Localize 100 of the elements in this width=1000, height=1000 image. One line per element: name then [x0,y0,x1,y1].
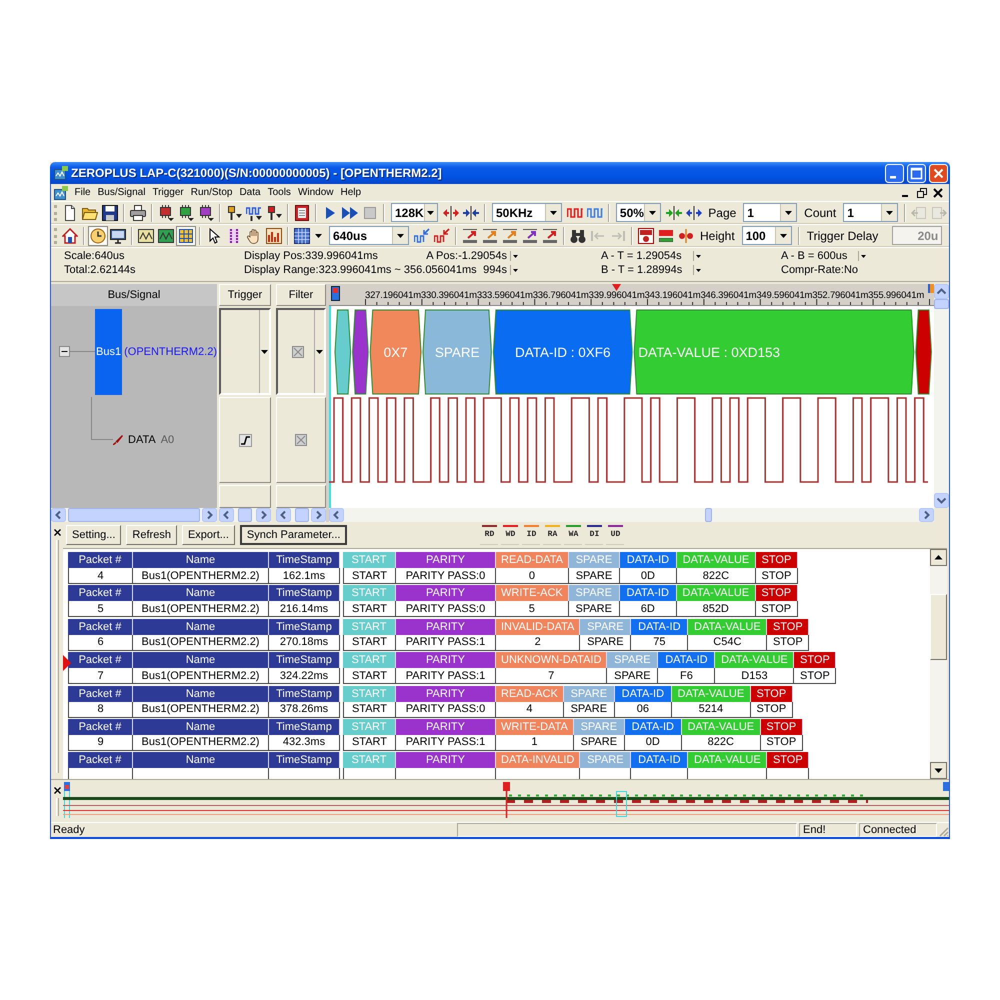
scrollbar-thumb[interactable] [934,299,949,309]
dropdown[interactable]: 1 [743,203,798,222]
dropdown[interactable]: 100 [742,226,792,245]
chip-icon[interactable] [178,204,194,220]
scrollbar-thumb[interactable] [238,508,252,522]
legend-toggle[interactable]: DI [585,525,604,545]
scroll-left-icon[interactable] [51,508,66,522]
menu-item[interactable]: Trigger [148,187,188,198]
filter-dropdown[interactable] [276,308,326,395]
printer-icon[interactable] [130,204,146,220]
menu-item[interactable]: Run/Stop [187,187,236,198]
dropdown[interactable]: 128K [391,203,438,222]
dropdown-arrow-icon[interactable] [510,251,519,261]
bar-icon[interactable] [462,228,478,244]
scrollbar[interactable] [930,549,947,779]
caret-icon[interactable] [315,234,322,238]
bar-icon[interactable] [482,228,498,244]
arrows-icon[interactable] [686,204,702,220]
scroll-right-icon[interactable] [919,508,934,522]
binoculars-icon[interactable] [570,228,586,244]
save-icon[interactable] [102,204,118,220]
time-ruler[interactable]: 327.196041m330.396041m333.596041m336.796041m339.996041m343.196041m346.396041m349.596041m352.796041m355.996041m [329,284,934,306]
scrollbar[interactable] [276,508,326,522]
marker-icon[interactable] [928,284,934,293]
scrollbar[interactable] [934,284,949,508]
export-button[interactable]: Export... [182,525,235,545]
stripes-icon[interactable] [658,228,674,244]
column-header[interactable]: Trigger [219,284,271,306]
collapse-icon[interactable] [59,346,70,357]
panel-icon[interactable] [638,228,654,244]
trigger-marker-icon[interactable] [503,782,510,791]
chart-icon[interactable] [266,228,282,244]
dropdown[interactable]: 50% [616,203,662,222]
menu-item[interactable]: Window [294,187,338,198]
probe-icon[interactable] [266,204,282,220]
scrollbar[interactable] [219,508,271,522]
synch-parameter-button[interactable]: Synch Parameter... [240,525,348,545]
scroll-left-icon[interactable] [219,508,234,522]
scroll-down-icon[interactable] [930,762,947,779]
menu-item[interactable]: Help [337,187,365,198]
restore-icon[interactable] [917,188,927,198]
trigger-dropdown[interactable] [219,308,271,395]
arrows-icon[interactable] [463,204,479,220]
legend-toggle[interactable]: WD [501,525,520,545]
scroll-up-icon[interactable] [930,549,947,566]
close-icon[interactable] [54,529,60,536]
dropdown-arrow-icon[interactable] [510,265,519,275]
dropdown-arrow-icon[interactable] [858,251,867,261]
trigger-cell[interactable] [219,397,271,483]
signal-name[interactable]: DATA [127,434,157,446]
dropdown-arrow-icon[interactable] [693,251,702,261]
legend-toggle[interactable]: RA [543,525,562,545]
bar-icon[interactable] [502,228,518,244]
signal-name[interactable]: Bus1 [95,308,122,394]
trigger-marker-icon[interactable] [612,284,621,291]
scrollbar-thumb[interactable] [68,508,200,522]
dropdown[interactable]: 50KHz [492,203,562,222]
legend-toggle[interactable]: ID [522,525,540,545]
new-file-icon[interactable] [62,204,78,220]
dropdown[interactable]: 640us [329,226,409,245]
probe-icon[interactable] [226,204,242,220]
arrows-icon[interactable] [443,204,459,220]
marker-icon[interactable] [943,782,949,791]
fast-forward-icon[interactable] [342,204,358,220]
scrollbar[interactable] [329,508,934,522]
chip-icon[interactable] [158,204,174,220]
monitor-icon[interactable] [110,228,126,244]
display-icon[interactable] [138,228,154,244]
tiles-icon[interactable] [176,226,196,246]
column-header[interactable]: Filter [276,284,326,306]
arrows-icon[interactable] [666,204,682,220]
scrollbar-thumb[interactable] [295,508,309,522]
menu-item[interactable]: Data [236,187,264,198]
maximize-icon[interactable] [907,164,926,182]
bar-icon[interactable] [542,228,558,244]
scroll-right-icon[interactable] [202,508,217,522]
filter-cell[interactable] [276,397,326,483]
viewport-frame[interactable] [616,791,627,817]
refresh-button[interactable]: Refresh [126,525,177,545]
close-icon[interactable] [933,188,943,198]
scroll-right-icon[interactable] [311,508,326,522]
scroll-left-icon[interactable] [276,508,291,522]
close-icon[interactable] [54,787,60,794]
menu-item[interactable]: Bus/Signal [94,187,149,198]
resize-grip-icon[interactable] [937,825,949,837]
marker-icon[interactable] [331,286,340,301]
legend-toggle[interactable]: UD [606,525,624,545]
menu-item[interactable]: Tools [264,187,294,198]
settings-button[interactable]: Setting... [66,525,122,545]
menu-item[interactable]: File [71,187,94,198]
marker-icon[interactable] [64,782,70,791]
wave-icon[interactable] [246,204,262,220]
home-icon[interactable] [62,228,78,244]
scrollbar-thumb[interactable] [705,508,712,522]
scroll-left-icon[interactable] [329,508,344,522]
legend-toggle[interactable]: RD [480,525,498,545]
document-icon[interactable] [294,204,310,220]
bar-icon[interactable] [522,228,538,244]
dropdown[interactable]: 1 [843,203,898,222]
nodes-icon[interactable] [678,228,694,244]
